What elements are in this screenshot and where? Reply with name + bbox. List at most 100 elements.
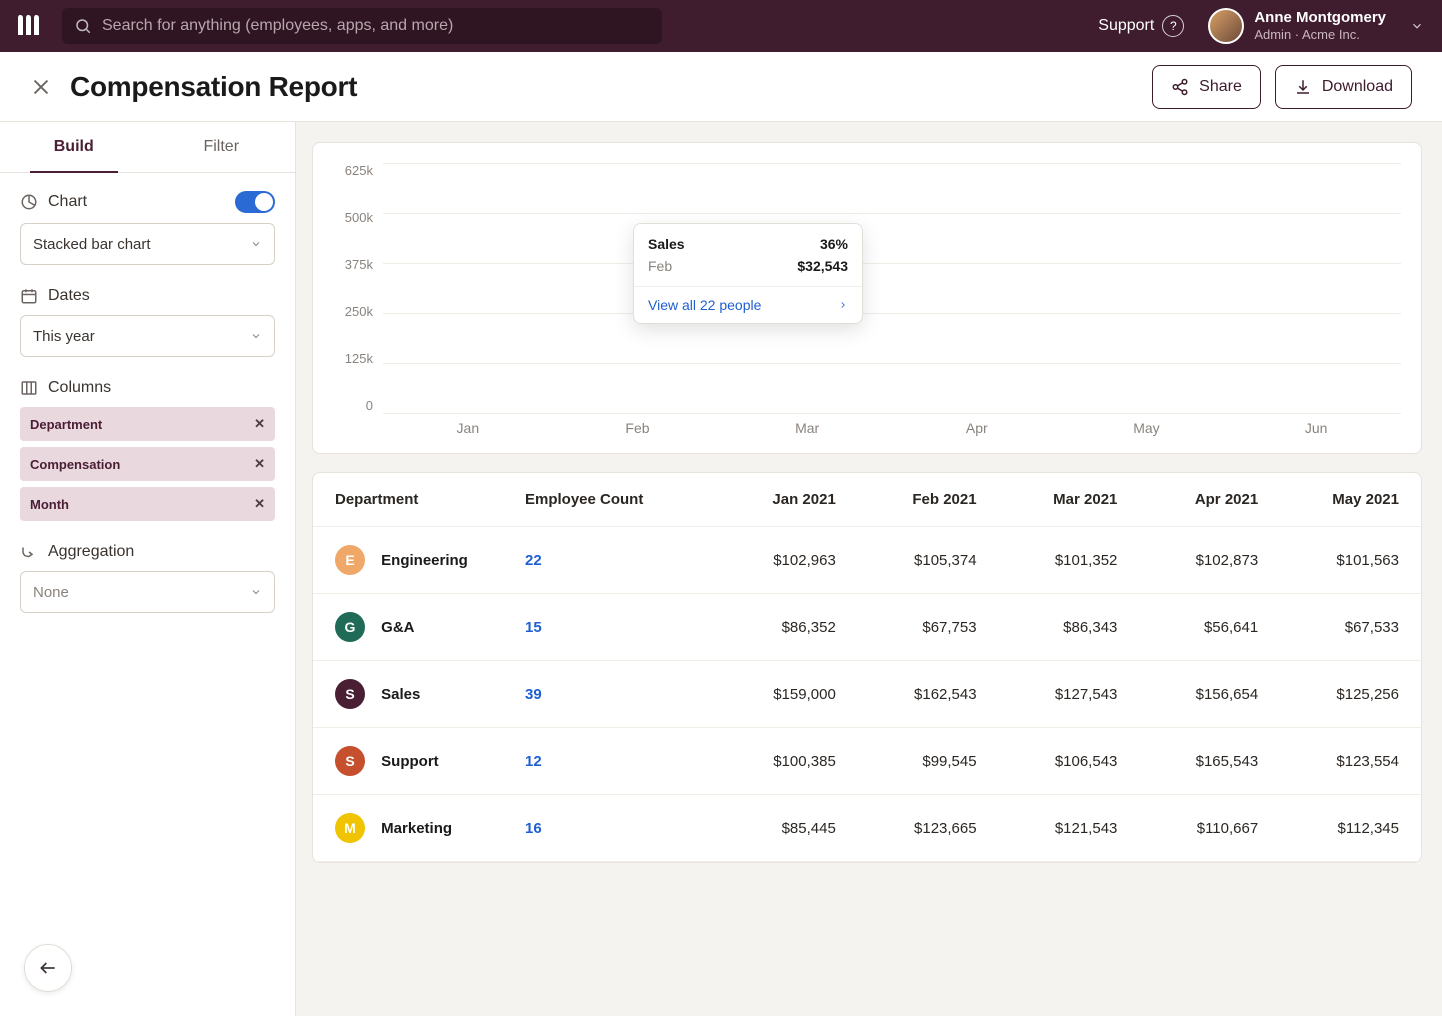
user-menu[interactable]: Anne Montgomery Admin · Acme Inc. [1208,8,1424,44]
cell-amount: $121,543 [977,820,1118,837]
cell-amount: $67,533 [1258,619,1399,636]
columns-icon [20,379,38,397]
column-chip[interactable]: Compensation✕ [20,447,275,481]
help-icon: ? [1162,15,1184,37]
chart-toggle[interactable] [235,191,275,213]
aggregation-icon [20,543,38,561]
chart-card: 625k500k375k250k125k0 JanFebMarAprMayJun… [312,142,1422,454]
dept-name: Marketing [381,820,452,837]
chip-remove-icon[interactable]: ✕ [254,496,265,512]
th-month: Jan 2021 [695,491,836,508]
dept-badge: G [335,612,365,642]
table-header: Department Employee Count Jan 2021Feb 20… [313,473,1421,527]
tab-build[interactable]: Build [0,122,148,172]
column-chip[interactable]: Month✕ [20,487,275,521]
cell-amount: $162,543 [836,686,977,703]
chevron-down-icon [250,238,262,250]
close-icon[interactable] [30,76,52,98]
cell-amount: $86,352 [695,619,836,636]
chip-remove-icon[interactable]: ✕ [254,456,265,472]
global-search[interactable] [62,8,662,44]
table-row[interactable]: S Sales 39 $159,000$162,543$127,543$156,… [313,661,1421,728]
th-month: May 2021 [1258,491,1399,508]
table-row[interactable]: G G&A 15 $86,352$67,753$86,343$56,641$67… [313,594,1421,661]
avatar [1208,8,1244,44]
chart-plot: JanFebMarAprMayJun [383,163,1401,443]
tooltip-link[interactable]: View all 22 people [634,286,862,323]
cell-amount: $112,345 [1258,820,1399,837]
sidebar: Build Filter Chart Stacked bar chart Dat… [0,122,296,1016]
cell-amount: $159,000 [695,686,836,703]
user-role: Admin · Acme Inc. [1254,27,1386,43]
employee-count[interactable]: 22 [525,552,542,569]
dept-badge: S [335,746,365,776]
share-icon [1171,78,1189,96]
pie-icon [20,193,38,211]
cell-amount: $110,667 [1117,820,1258,837]
dept-badge: S [335,679,365,709]
employee-count[interactable]: 16 [525,820,542,837]
cell-amount: $99,545 [836,753,977,770]
page-title: Compensation Report [70,71,357,103]
tab-filter[interactable]: Filter [148,122,296,172]
tooltip-value: $32,543 [797,258,848,274]
dates-select[interactable]: This year [20,315,275,357]
dept-name: Sales [381,686,420,703]
dept-badge: M [335,813,365,843]
cell-amount: $85,445 [695,820,836,837]
back-button[interactable] [24,944,72,992]
table-row[interactable]: M Marketing 16 $85,445$123,665$121,543$1… [313,795,1421,862]
cell-amount: $102,963 [695,552,836,569]
cell-amount: $123,554 [1258,753,1399,770]
dates-section-label: Dates [20,287,275,305]
chip-remove-icon[interactable]: ✕ [254,416,265,432]
cell-amount: $105,374 [836,552,977,569]
columns-section-label: Columns [20,379,275,397]
arrow-left-icon [38,958,58,978]
chart-section-label: Chart [20,191,275,213]
cell-amount: $127,543 [977,686,1118,703]
cell-amount: $102,873 [1117,552,1258,569]
chevron-down-icon [1410,19,1424,33]
chart-type-select[interactable]: Stacked bar chart [20,223,275,265]
support-link[interactable]: Support ? [1098,15,1184,37]
table-row[interactable]: S Support 12 $100,385$99,545$106,543$165… [313,728,1421,795]
cell-amount: $156,654 [1117,686,1258,703]
chart-tooltip: Sales 36% Feb $32,543 View all 22 people [633,223,863,324]
tooltip-series: Sales [648,236,685,252]
brand-logo [18,15,44,38]
search-input[interactable] [102,17,650,35]
employee-count[interactable]: 12 [525,753,542,770]
cell-amount: $123,665 [836,820,977,837]
download-button[interactable]: Download [1275,65,1412,109]
cell-amount: $165,543 [1117,753,1258,770]
cell-amount: $67,753 [836,619,977,636]
column-chip[interactable]: Department✕ [20,407,275,441]
cell-amount: $56,641 [1117,619,1258,636]
topbar: Support ? Anne Montgomery Admin · Acme I… [0,0,1442,52]
page-header: Compensation Report Share Download [0,52,1442,122]
calendar-icon [20,287,38,305]
th-employee-count: Employee Count [525,491,695,508]
table-row[interactable]: E Engineering 22 $102,963$105,374$101,35… [313,527,1421,594]
dept-name: G&A [381,619,414,636]
tooltip-percent: 36% [820,236,848,252]
employee-count[interactable]: 15 [525,619,542,636]
th-month: Apr 2021 [1117,491,1258,508]
support-label: Support [1098,17,1154,35]
aggregation-select[interactable]: None [20,571,275,613]
cell-amount: $106,543 [977,753,1118,770]
user-name: Anne Montgomery [1254,9,1386,27]
chart-x-axis: JanFebMarAprMayJun [383,413,1401,443]
cell-amount: $125,256 [1258,686,1399,703]
th-department: Department [335,491,525,508]
search-icon [74,17,92,35]
data-table: Department Employee Count Jan 2021Feb 20… [312,472,1422,863]
dept-badge: E [335,545,365,575]
th-month: Mar 2021 [977,491,1118,508]
dept-name: Engineering [381,552,468,569]
share-button[interactable]: Share [1152,65,1261,109]
employee-count[interactable]: 39 [525,686,542,703]
cell-amount: $86,343 [977,619,1118,636]
cell-amount: $100,385 [695,753,836,770]
